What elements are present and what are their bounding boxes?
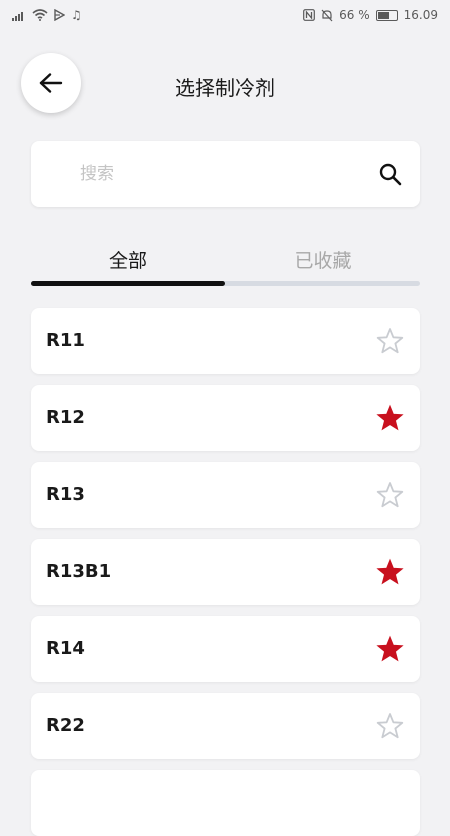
star-outline-icon[interactable]: [376, 712, 404, 740]
refrigerant-item[interactable]: [31, 770, 420, 836]
search-box: [31, 141, 420, 207]
tab-all[interactable]: 全部: [31, 237, 225, 281]
search-icon[interactable]: [360, 141, 420, 207]
refrigerant-item[interactable]: R13: [31, 462, 420, 528]
refrigerant-item[interactable]: R14: [31, 616, 420, 682]
star-filled-icon[interactable]: [376, 404, 404, 432]
tab-bar: 全部 已收藏: [31, 237, 420, 287]
signal-icon: [12, 11, 23, 21]
search-input[interactable]: [31, 141, 360, 207]
status-right: 66 % 16.09: [303, 8, 438, 22]
battery-icon: [375, 9, 398, 21]
refrigerant-item[interactable]: R22: [31, 693, 420, 759]
wifi-icon: [32, 9, 48, 21]
star-outline-icon[interactable]: [376, 481, 404, 509]
refrigerant-name: R12: [46, 407, 85, 428]
refrigerant-name: R22: [46, 715, 85, 736]
star-filled-icon[interactable]: [376, 635, 404, 663]
status-bar: ♫ 66 % 16.09: [0, 0, 450, 30]
refrigerant-item[interactable]: R12: [31, 385, 420, 451]
play-store-icon: [54, 9, 65, 21]
star-filled-icon[interactable]: [376, 558, 404, 586]
status-left: ♫: [12, 8, 82, 22]
nfc-icon: [303, 9, 316, 21]
page-title: 选择制冷剂: [175, 76, 275, 100]
status-time: 16.09: [403, 8, 438, 22]
refrigerant-item[interactable]: R13B1: [31, 539, 420, 605]
refrigerant-name: R11: [46, 330, 85, 351]
tab-favorites[interactable]: 已收藏: [226, 237, 420, 281]
tab-active-indicator: [31, 281, 225, 286]
bell-muted-icon: [321, 9, 333, 21]
refrigerant-name: R14: [46, 638, 85, 659]
refrigerant-name: R13B1: [46, 561, 112, 582]
battery-fill: [377, 11, 389, 19]
music-note-icon: ♫: [71, 8, 82, 22]
battery-percent: 66 %: [339, 8, 370, 22]
star-outline-icon[interactable]: [376, 327, 404, 355]
refrigerant-item[interactable]: R11: [31, 308, 420, 374]
refrigerant-name: R13: [46, 484, 85, 505]
